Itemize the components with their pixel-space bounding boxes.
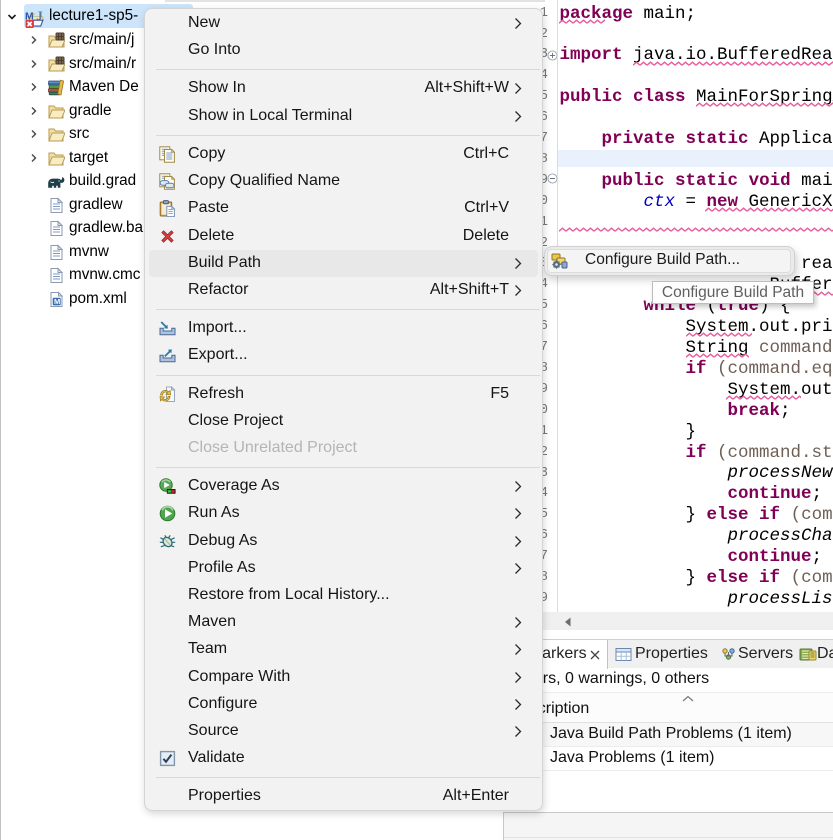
svg-text:M: M <box>54 297 60 306</box>
